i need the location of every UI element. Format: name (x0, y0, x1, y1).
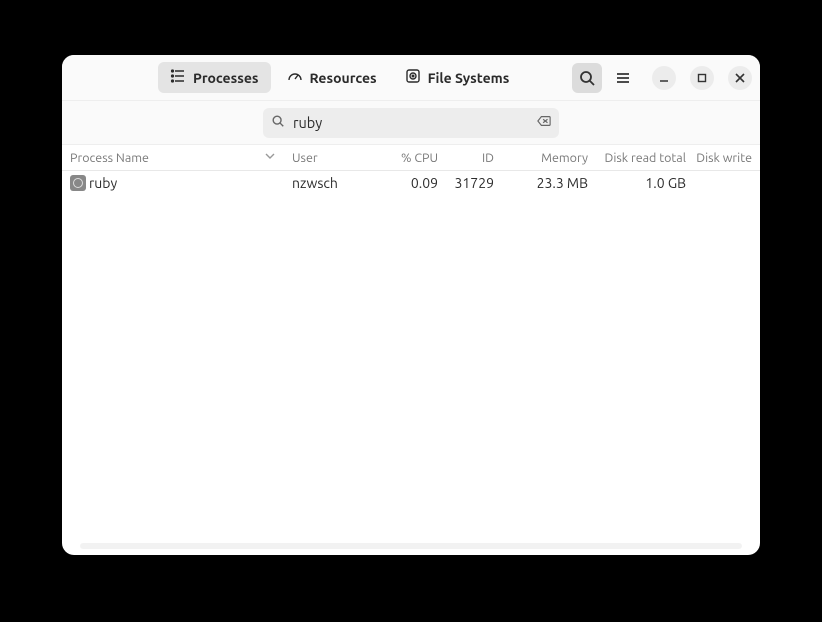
col-id[interactable]: ID (442, 151, 498, 165)
tab-resources[interactable]: Resources (275, 62, 389, 93)
col-memory[interactable]: Memory (498, 151, 592, 165)
process-name: ruby (89, 175, 117, 191)
search-toggle-button[interactable] (572, 63, 602, 93)
tab-label: Processes (193, 70, 259, 86)
system-monitor-window: Processes Resources File Systems (62, 55, 760, 555)
search-bar (62, 101, 760, 145)
headerbar: Processes Resources File Systems (62, 55, 760, 101)
tab-processes[interactable]: Processes (158, 62, 271, 93)
col-cpu[interactable]: % CPU (366, 151, 442, 165)
speedometer-icon (287, 68, 303, 87)
maximize-button[interactable] (690, 66, 714, 90)
cell-memory: 23.3 MB (498, 175, 592, 191)
table-header: Process Name User % CPU ID Memory Disk r… (62, 145, 760, 171)
minimize-button[interactable] (652, 66, 676, 90)
list-icon (170, 68, 186, 87)
search-input[interactable] (293, 114, 529, 131)
horizontal-scrollbar[interactable] (80, 543, 742, 549)
menu-button[interactable] (608, 63, 638, 93)
disk-icon (405, 68, 421, 87)
cell-cpu: 0.09 (366, 175, 442, 191)
tab-label: Resources (310, 70, 377, 86)
col-disk-read[interactable]: Disk read total (592, 151, 690, 165)
tab-filesystems[interactable]: File Systems (393, 62, 522, 93)
search-icon (271, 114, 285, 132)
clear-search-icon[interactable] (537, 114, 551, 132)
process-icon (70, 175, 86, 191)
close-button[interactable] (728, 66, 752, 90)
cell-user: nzwsch (288, 175, 366, 191)
col-user[interactable]: User (288, 151, 366, 165)
col-disk-write[interactable]: Disk write (690, 151, 756, 165)
col-process-name[interactable]: Process Name (66, 150, 288, 165)
search-field[interactable] (263, 108, 559, 138)
sort-indicator-icon (264, 150, 276, 165)
tab-label: File Systems (428, 70, 510, 86)
view-tabs: Processes Resources File Systems (158, 62, 521, 93)
cell-disk-read: 1.0 GB (592, 175, 690, 191)
table-row[interactable]: ruby nzwsch 0.09 31729 23.3 MB 1.0 GB (62, 171, 760, 195)
cell-id: 31729 (442, 175, 498, 191)
